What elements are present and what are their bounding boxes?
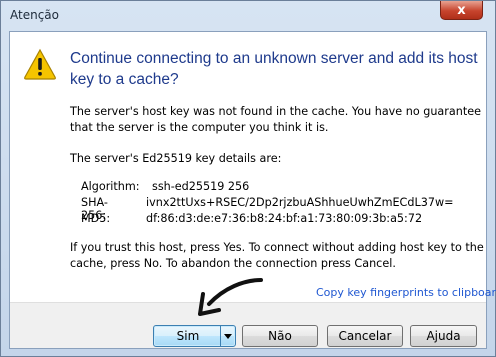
host-key-warning-text: The server's host key was not found in t… [70, 105, 481, 134]
warning-icon [24, 48, 56, 80]
instructions-text: If you trust this host, press Yes. To co… [70, 241, 484, 270]
cancel-button-label: Cancelar [338, 329, 392, 343]
close-icon: x [457, 2, 466, 18]
help-button[interactable]: Ajuda [410, 325, 477, 347]
title-bar[interactable]: Atenção x [1, 1, 495, 31]
annotation-arrow [198, 278, 263, 316]
main-instruction: Continue connecting to an unknown server… [70, 50, 478, 88]
key-detail-label: MD5: [81, 212, 111, 225]
help-button-label: Ajuda [426, 329, 461, 343]
dialog-window: Atenção x Continue connecting to an unkn… [0, 0, 496, 357]
no-button[interactable]: Não [242, 325, 318, 347]
key-detail-value: df:86:d3:de:e7:36:b8:24:bf:a1:73:80:09:3… [146, 212, 423, 225]
cancel-button[interactable]: Cancelar [327, 325, 403, 347]
key-detail-value: ivnx2ttUxs+RSEC/2Dp2rjzbuAShhueUwhZmECdL… [146, 196, 454, 209]
key-details-heading: The server's Ed25519 key details are: [70, 152, 282, 165]
chevron-down-icon[interactable] [220, 326, 235, 346]
copy-fingerprints-link[interactable]: Copy key fingerprints to clipboard [316, 286, 496, 299]
yes-split-button[interactable]: Sim [153, 325, 236, 347]
window-title: Atenção [10, 8, 59, 22]
close-button[interactable]: x [440, 1, 483, 20]
yes-button-label: Sim [176, 329, 200, 343]
no-button-label: Não [268, 329, 292, 343]
key-detail-value: ssh-ed25519 256 [152, 180, 250, 193]
key-detail-label: Algorithm: [81, 180, 140, 193]
